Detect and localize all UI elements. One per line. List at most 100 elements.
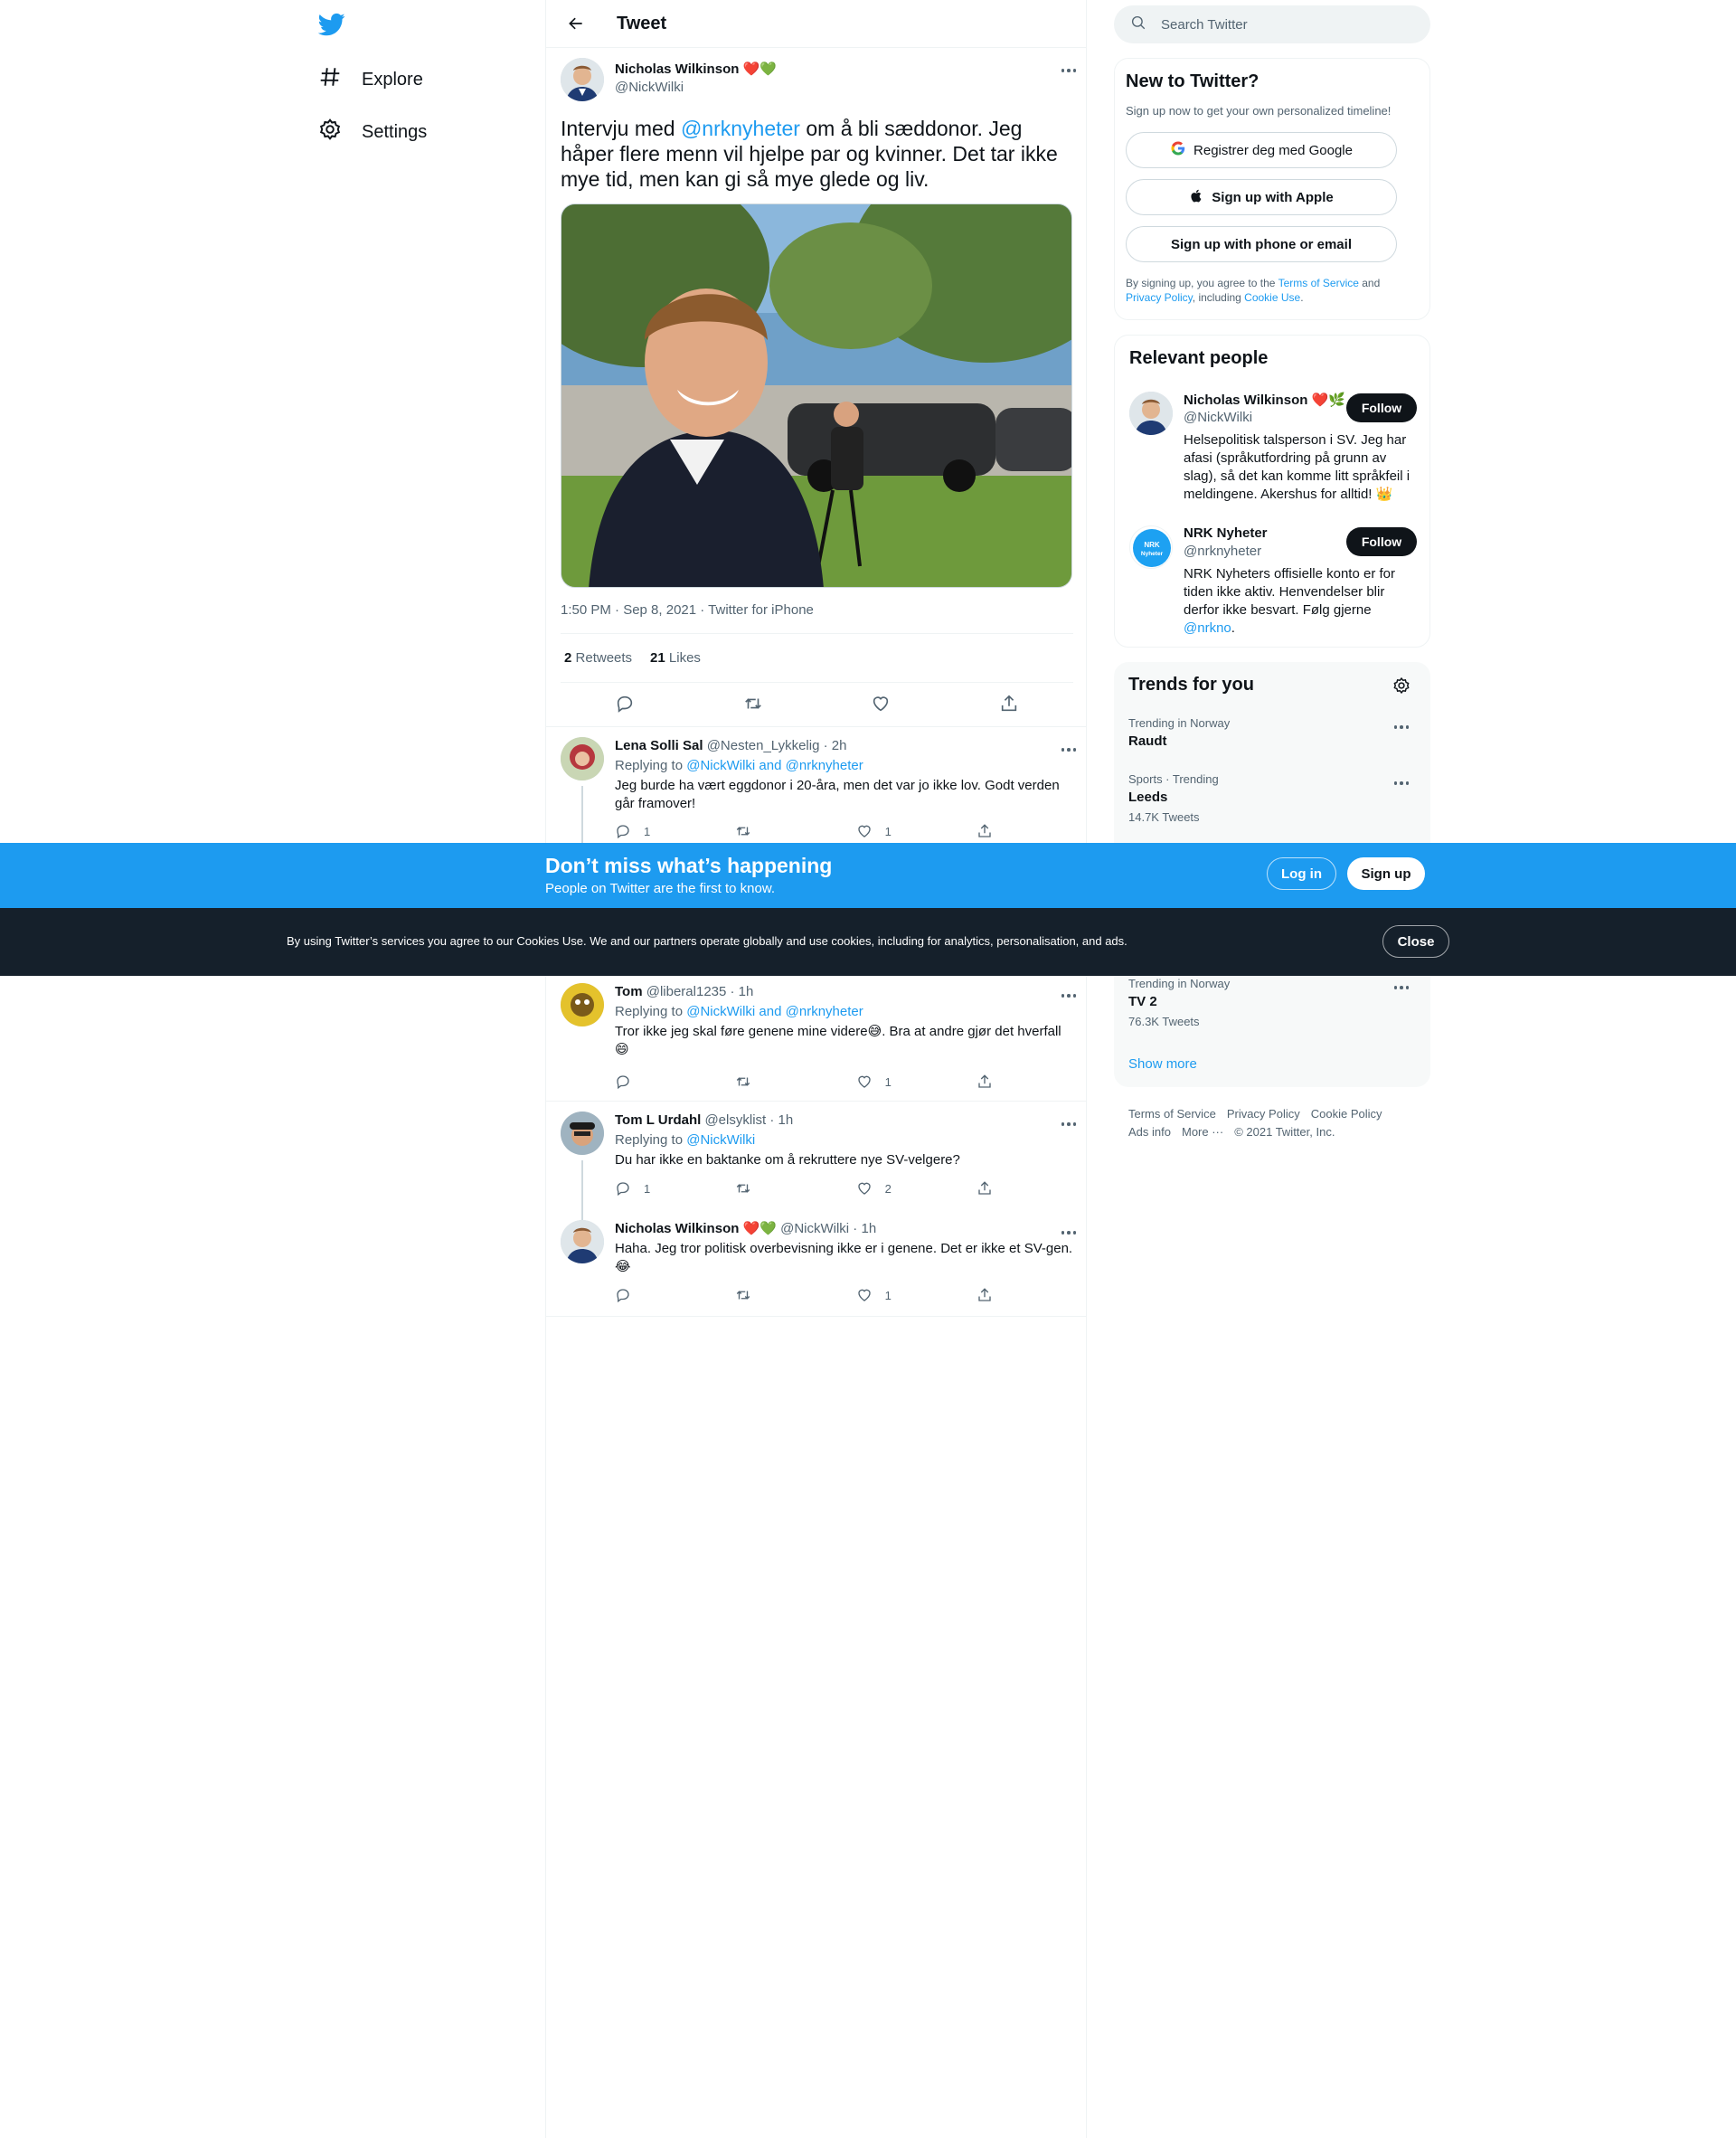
- replying-to-line: Replying to @NickWilki: [615, 1131, 1076, 1149]
- cookie-close-button[interactable]: Close: [1382, 925, 1449, 958]
- more-options-icon[interactable]: [1058, 985, 1080, 1007]
- person-handle[interactable]: @NickWilki: [1184, 410, 1252, 425]
- share-icon[interactable]: [999, 694, 1019, 718]
- more-options-icon[interactable]: [1391, 977, 1412, 998]
- tweet-mention-link[interactable]: @nrknyheter: [681, 117, 800, 140]
- reply-handle-time: @Nesten_Lykkelig · 2h: [706, 738, 847, 753]
- tweet-photo[interactable]: [561, 203, 1072, 588]
- more-options-icon[interactable]: [1058, 1222, 1080, 1244]
- reply-actions: 1 1: [615, 823, 1013, 839]
- follow-button[interactable]: Follow: [1346, 527, 1417, 556]
- retweet-button[interactable]: [735, 823, 771, 839]
- more-options-icon[interactable]: [1391, 772, 1412, 794]
- like-button[interactable]: 2: [856, 1180, 892, 1197]
- person-name-line[interactable]: Nicholas Wilkinson ❤️🌿: [1184, 392, 1345, 408]
- more-options-icon[interactable]: [1058, 1113, 1080, 1135]
- more-options-icon[interactable]: [1058, 60, 1080, 81]
- footer-ads-link[interactable]: Ads info: [1128, 1125, 1171, 1139]
- trend-item[interactable]: Trending in Norway TV 2 76.3K Tweets: [1128, 977, 1418, 1028]
- reply-avatar[interactable]: [561, 1220, 604, 1263]
- footer-terms-link[interactable]: Terms of Service: [1128, 1107, 1216, 1121]
- terms-of-service-link[interactable]: Terms of Service: [1278, 277, 1359, 289]
- retweet-button[interactable]: [735, 1180, 771, 1197]
- reply-button[interactable]: 1: [615, 1180, 651, 1197]
- reply-avatar[interactable]: [561, 737, 604, 780]
- reply-button[interactable]: [615, 1074, 651, 1090]
- cookie-text: By using Twitter’s services you agree to…: [287, 934, 1127, 948]
- nav-settings[interactable]: Settings: [318, 118, 427, 147]
- retweet-icon[interactable]: [743, 694, 763, 718]
- heart-icon[interactable]: [871, 694, 891, 718]
- footer-cookie-link[interactable]: Cookie Policy: [1311, 1107, 1382, 1121]
- author-avatar[interactable]: [561, 58, 604, 101]
- privacy-policy-link[interactable]: Privacy Policy: [1126, 291, 1193, 304]
- reply-author-name[interactable]: Tom: [615, 984, 643, 999]
- author-emoji: ❤️💚: [742, 61, 777, 77]
- twitter-logo-icon[interactable]: [317, 11, 347, 40]
- search-icon: [1130, 14, 1146, 34]
- share-button[interactable]: [976, 1074, 1013, 1090]
- trend-name: Leeds: [1128, 790, 1168, 805]
- show-more-link[interactable]: Show more: [1128, 1056, 1197, 1072]
- reply-tweet[interactable]: Tom L Urdahl @elsyklist · 1h Replying to…: [546, 1101, 1086, 1222]
- reply-author-name[interactable]: Nicholas Wilkinson: [615, 1221, 739, 1236]
- retweet-button[interactable]: [735, 1287, 771, 1303]
- reply-tweet[interactable]: Tom @liberal1235 · 1h Replying to @NickW…: [546, 972, 1086, 1101]
- reply-button[interactable]: 1: [615, 823, 651, 839]
- trend-context: Trending in Norway: [1128, 716, 1231, 730]
- cookie-use-link[interactable]: Cookie Use: [1244, 291, 1300, 304]
- phone-email-signup-button[interactable]: Sign up with phone or email: [1126, 226, 1397, 262]
- reply-handle-time: @liberal1235 · 1h: [646, 984, 754, 999]
- reply-icon[interactable]: [615, 694, 635, 718]
- replying-to-link[interactable]: @NickWilki: [686, 1132, 755, 1148]
- signup-button[interactable]: Sign up: [1347, 857, 1425, 890]
- trend-item[interactable]: Trending in Norway Raudt: [1128, 716, 1418, 749]
- replying-to-link[interactable]: @NickWilki and @nrknyheter: [686, 1004, 863, 1019]
- retweets-stat[interactable]: 2 Retweets: [564, 650, 632, 666]
- trend-item[interactable]: Sports · Trending Leeds 14.7K Tweets: [1128, 772, 1418, 824]
- footer-more-link[interactable]: More ···: [1182, 1125, 1223, 1139]
- search-input[interactable]: [1161, 16, 1396, 33]
- reply-icon: [617, 1182, 629, 1197]
- author-handle[interactable]: @NickWilki: [615, 80, 684, 95]
- tweet-timestamp[interactable]: 1:50 PM · Sep 8, 2021 · Twitter for iPho…: [561, 602, 814, 618]
- person-name[interactable]: NRK Nyheter: [1184, 525, 1268, 541]
- retweet-button[interactable]: [735, 1074, 771, 1090]
- reply-actions: 1: [615, 1074, 1013, 1090]
- share-button[interactable]: [976, 823, 1013, 839]
- reply-author-name[interactable]: Tom L Urdahl: [615, 1112, 701, 1128]
- person-handle[interactable]: @nrknyheter: [1184, 544, 1261, 559]
- nrk-logo-avatar[interactable]: NRK Nyheter: [1129, 525, 1173, 569]
- google-signup-button[interactable]: Registrer deg med Google: [1126, 132, 1397, 168]
- apple-signup-button[interactable]: Sign up with Apple: [1126, 179, 1397, 215]
- back-arrow-icon[interactable]: [561, 8, 591, 39]
- nav-explore[interactable]: Explore: [318, 65, 423, 94]
- like-button[interactable]: 1: [856, 1074, 892, 1090]
- google-icon: [1170, 140, 1186, 160]
- nrkno-link[interactable]: @nrkno: [1184, 620, 1231, 636]
- reply-author-name[interactable]: Lena Solli Sal: [615, 738, 703, 753]
- more-options-icon[interactable]: [1058, 739, 1080, 761]
- follow-button[interactable]: Follow: [1346, 393, 1417, 422]
- share-button[interactable]: [976, 1287, 1013, 1303]
- replying-to-link[interactable]: @NickWilki and @nrknyheter: [686, 758, 863, 773]
- heart-icon: [857, 825, 871, 837]
- likes-stat[interactable]: 21 Likes: [650, 650, 701, 666]
- search-bar[interactable]: [1114, 5, 1430, 43]
- reply-handle-time: @NickWilki · 1h: [780, 1221, 877, 1236]
- login-button[interactable]: Log in: [1267, 857, 1336, 890]
- settings-gear-icon[interactable]: [1392, 676, 1410, 699]
- like-button[interactable]: 1: [856, 1287, 892, 1303]
- reply-tweet[interactable]: Lena Solli Sal @Nesten_Lykkelig · 2h Rep…: [546, 726, 1086, 844]
- share-button[interactable]: [976, 1180, 1013, 1197]
- footer-privacy-link[interactable]: Privacy Policy: [1227, 1107, 1300, 1121]
- person-avatar[interactable]: [1129, 392, 1173, 435]
- author-name-line[interactable]: Nicholas Wilkinson ❤️💚: [615, 61, 777, 77]
- reply-avatar[interactable]: [561, 1112, 604, 1155]
- reply-avatar[interactable]: [561, 983, 604, 1026]
- more-options-icon[interactable]: [1391, 716, 1412, 738]
- reply-button[interactable]: [615, 1287, 651, 1303]
- reply-tweet[interactable]: Nicholas Wilkinson ❤️💚 @NickWilki · 1h H…: [546, 1209, 1086, 1316]
- like-button[interactable]: 1: [856, 823, 892, 839]
- signup-card-subtitle: Sign up now to get your own personalized…: [1126, 104, 1392, 118]
